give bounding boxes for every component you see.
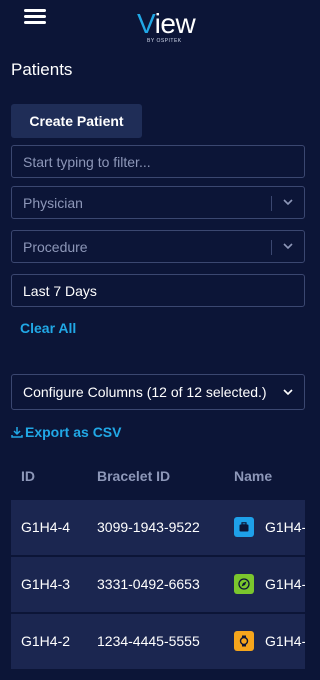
configure-columns-select[interactable]: Configure Columns (12 of 12 selected.) — [11, 374, 305, 410]
column-header-name[interactable]: Name — [234, 468, 272, 484]
physician-select[interactable]: Physician — [11, 186, 305, 219]
procedure-placeholder: Procedure — [23, 239, 88, 255]
export-csv-link[interactable]: Export as CSV — [11, 424, 121, 440]
briefcase-icon — [234, 517, 254, 537]
download-icon — [11, 427, 23, 438]
filter-placeholder: Start typing to filter... — [23, 154, 151, 170]
cell-bracelet-id: 1234-4445-5555 — [97, 633, 200, 649]
top-bar: View BY OSPITEK — [0, 0, 316, 44]
export-csv-label: Export as CSV — [25, 424, 122, 440]
cell-name: G1H4-4 — [265, 519, 305, 535]
filter-input[interactable]: Start typing to filter... — [11, 145, 305, 178]
cell-name: G1H4-2 — [265, 633, 305, 649]
table-row[interactable]: G1H4-2 1234-4445-5555 G1H4-2 — [11, 614, 305, 669]
table-row[interactable]: G1H4-4 3099-1943-9522 G1H4-4 — [11, 500, 305, 555]
physician-placeholder: Physician — [23, 195, 83, 211]
clear-all-link[interactable]: Clear All — [20, 320, 76, 336]
table-header: ID Bracelet ID Name — [11, 456, 316, 496]
logo-subtitle: BY OSPITEK — [147, 38, 182, 44]
chevron-down-icon[interactable] — [282, 240, 294, 252]
create-patient-button[interactable]: Create Patient — [11, 104, 142, 138]
table-edge — [305, 500, 316, 669]
column-header-id[interactable]: ID — [21, 468, 35, 484]
compass-icon — [234, 574, 254, 594]
chevron-down-icon — [283, 389, 293, 396]
procedure-select[interactable]: Procedure — [11, 230, 305, 263]
date-range-value: Last 7 Days — [23, 283, 97, 299]
cell-bracelet-id: 3099-1943-9522 — [97, 519, 200, 535]
cell-id: G1H4-2 — [21, 633, 71, 649]
logo-wordmark: View — [137, 8, 196, 39]
cell-name: G1H4-3 — [265, 576, 305, 592]
cell-id: G1H4-3 — [21, 576, 71, 592]
watch-icon — [234, 631, 254, 651]
hamburger-menu-icon[interactable] — [24, 9, 46, 25]
select-separator — [271, 196, 272, 211]
chevron-down-icon[interactable] — [282, 196, 294, 208]
table-row[interactable]: G1H4-3 3331-0492-6653 G1H4-3 — [11, 557, 305, 612]
cell-id: G1H4-4 — [21, 519, 71, 535]
page-title: Patients — [11, 60, 73, 79]
configure-columns-label: Configure Columns (12 of 12 selected.) — [23, 384, 267, 400]
select-separator — [271, 240, 272, 255]
date-range-select[interactable]: Last 7 Days — [11, 274, 305, 307]
app-logo: View BY OSPITEK — [133, 8, 196, 45]
cell-bracelet-id: 3331-0492-6653 — [97, 576, 200, 592]
column-header-bracelet-id[interactable]: Bracelet ID — [97, 468, 170, 484]
